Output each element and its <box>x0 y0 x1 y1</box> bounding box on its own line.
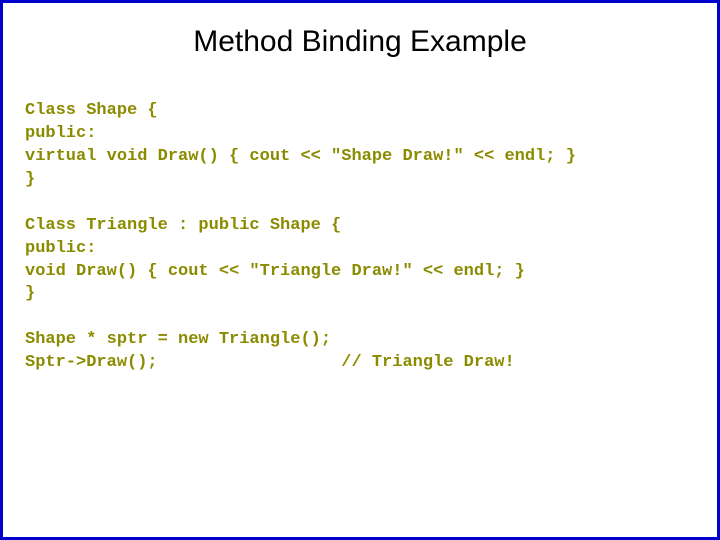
code-block: Class Shape { public: virtual void Draw(… <box>25 77 695 398</box>
code-line: } <box>25 284 35 303</box>
code-line: } <box>25 170 35 189</box>
code-line: void Draw() { cout << "Triangle Draw!" <… <box>25 262 525 281</box>
code-line: public: <box>25 124 96 143</box>
code-line: public: <box>25 239 96 258</box>
code-line: Sptr->Draw(); // Triangle Draw! <box>25 353 515 372</box>
code-line: Class Triangle : public Shape { <box>25 216 341 235</box>
code-line: virtual void Draw() { cout << "Shape Dra… <box>25 147 576 166</box>
code-line: Class Shape { <box>25 101 158 120</box>
slide-frame: Method Binding Example Class Shape { pub… <box>0 0 720 540</box>
code-line: Shape * sptr = new Triangle(); <box>25 330 331 349</box>
slide-title: Method Binding Example <box>25 25 695 59</box>
